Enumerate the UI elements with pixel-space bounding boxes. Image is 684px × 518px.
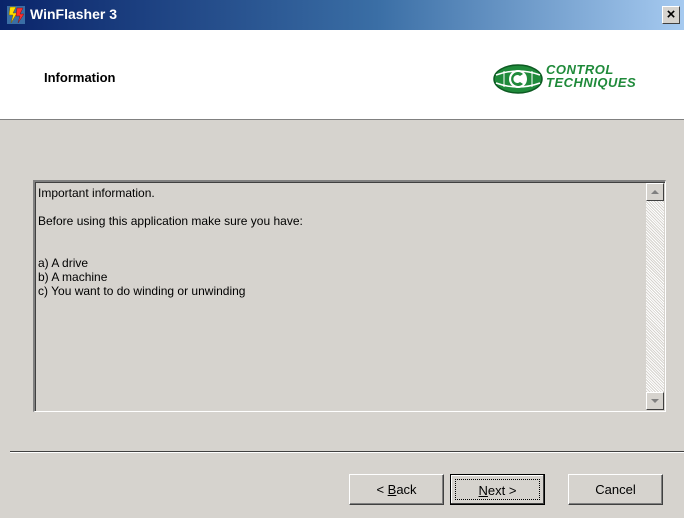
back-button-prefix: <: [376, 482, 388, 497]
back-button-label: ack: [396, 482, 417, 497]
wizard-header: Information CONTROL TECHNIQUES: [0, 30, 684, 120]
scroll-up-button[interactable]: [646, 183, 664, 201]
arrow-up-icon: [651, 190, 659, 194]
close-button[interactable]: ×: [662, 6, 680, 24]
logo-text-line2: TECHNIQUES: [546, 75, 637, 90]
window-title: WinFlasher 3: [30, 6, 118, 22]
info-line: a) A drive: [38, 256, 89, 270]
close-icon: ×: [666, 6, 676, 23]
button-separator: [10, 451, 684, 453]
back-button[interactable]: < Back: [349, 474, 444, 505]
title-bar[interactable]: WinFlasher 3 ×: [0, 0, 684, 30]
next-button[interactable]: Next >: [450, 474, 545, 505]
page-title: Information: [44, 70, 116, 85]
vertical-scrollbar[interactable]: [646, 183, 664, 410]
info-line: b) A machine: [38, 270, 108, 284]
information-text: Important information. Before using this…: [38, 186, 643, 409]
information-textbox[interactable]: Important information. Before using this…: [33, 180, 666, 412]
cancel-button[interactable]: Cancel: [568, 474, 663, 505]
wizard-window: WinFlasher 3 × Information CONTROL TECHN…: [0, 0, 684, 518]
next-button-mnemonic: N: [478, 483, 488, 498]
logo-globe-icon: [493, 64, 543, 94]
control-techniques-logo: CONTROL TECHNIQUES: [492, 62, 662, 96]
info-line: Important information.: [38, 186, 155, 200]
scroll-down-button[interactable]: [646, 392, 664, 410]
focus-rectangle: Next >: [455, 479, 540, 500]
winflasher-app-icon: [7, 6, 25, 24]
info-line: Before using this application make sure …: [38, 214, 303, 228]
next-button-label: ext >: [487, 483, 517, 498]
info-line: c) You want to do winding or unwinding: [38, 284, 246, 298]
arrow-down-icon: [651, 399, 659, 403]
cancel-button-label: Cancel: [595, 482, 636, 497]
